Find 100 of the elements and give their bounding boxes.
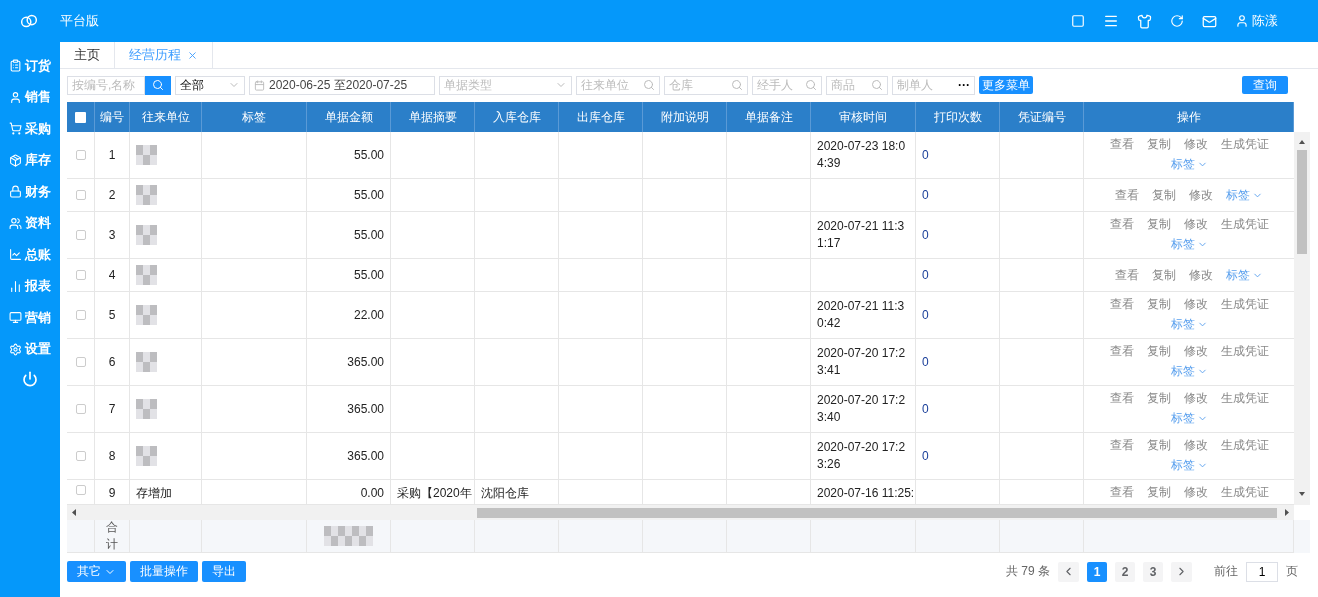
action-link[interactable]: 修改 — [1189, 187, 1213, 204]
square-icon[interactable] — [1071, 14, 1085, 28]
filter-field[interactable]: 经手人 — [752, 75, 822, 95]
filter-field[interactable]: 单据类型 — [439, 75, 572, 95]
action-link[interactable]: 复制 — [1146, 296, 1171, 313]
close-icon[interactable] — [187, 49, 198, 61]
action-link[interactable]: 查看 — [1109, 296, 1134, 313]
page-button[interactable]: 1 — [1087, 561, 1107, 582]
search-icon[interactable] — [152, 79, 164, 91]
action-link[interactable]: 修改 — [1183, 136, 1208, 153]
page-button[interactable]: 2 — [1115, 561, 1135, 582]
action-link[interactable]: 查看 — [1109, 216, 1134, 233]
action-link[interactable]: 修改 — [1183, 343, 1208, 360]
user-name[interactable]: 陈漾 — [1252, 12, 1278, 30]
action-link[interactable]: 生成凭证 — [1220, 296, 1269, 313]
action-link[interactable]: 修改 — [1183, 296, 1208, 313]
row-checkbox[interactable] — [75, 190, 86, 200]
power-icon[interactable] — [22, 371, 38, 387]
tag-dropdown[interactable]: 标签 — [1170, 156, 1208, 173]
action-link[interactable]: 复制 — [1146, 136, 1171, 153]
row-checkbox[interactable] — [75, 150, 86, 160]
sidebar-item[interactable]: 财务 — [25, 182, 51, 201]
row-checkbox[interactable] — [75, 404, 86, 414]
action-link[interactable]: 生成凭证 — [1220, 343, 1269, 360]
action-link[interactable]: 生成凭证 — [1220, 437, 1269, 454]
action-link[interactable]: 生成凭证 — [1220, 484, 1269, 501]
mail-icon[interactable] — [1202, 13, 1217, 29]
row-checkbox[interactable] — [75, 357, 86, 367]
shirt-icon[interactable] — [1137, 13, 1152, 29]
tag-dropdown[interactable]: 标签 — [1170, 236, 1208, 253]
action-link[interactable]: 复制 — [1146, 437, 1171, 454]
footer-button[interactable]: 其它 — [67, 561, 126, 582]
action-link[interactable]: 修改 — [1183, 437, 1208, 454]
action-link[interactable]: 生成凭证 — [1220, 136, 1269, 153]
action-link[interactable]: 复制 — [1152, 187, 1176, 204]
sidebar-item[interactable]: 报表 — [25, 277, 51, 296]
filter-field[interactable]: 往来单位 — [576, 75, 660, 95]
action-link[interactable]: 生成凭证 — [1220, 216, 1269, 233]
box-icon[interactable] — [9, 153, 22, 167]
search-field[interactable]: 按编号,名称 — [67, 75, 145, 95]
more-menu-button[interactable]: 更多菜单 — [979, 76, 1033, 94]
sidebar-item[interactable]: 订货 — [25, 56, 51, 75]
tag-dropdown[interactable]: 标签 — [1170, 316, 1208, 333]
action-link[interactable]: 查看 — [1115, 187, 1139, 204]
user-icon[interactable] — [1235, 14, 1249, 28]
sidebar-item[interactable]: 资料 — [25, 214, 51, 233]
filter-field[interactable]: 仓库 — [664, 75, 748, 95]
action-link[interactable]: 复制 — [1146, 484, 1171, 501]
cart-icon[interactable] — [9, 122, 22, 136]
action-link[interactable]: 查看 — [1109, 343, 1134, 360]
page-button[interactable]: 3 — [1143, 561, 1163, 582]
query-button[interactable]: 查询 — [1242, 76, 1288, 94]
sidebar-item[interactable]: 采购 — [25, 119, 51, 138]
sidebar-item[interactable]: 库存 — [25, 151, 51, 170]
action-link[interactable]: 查看 — [1115, 267, 1139, 284]
action-link[interactable]: 修改 — [1189, 267, 1213, 284]
action-link[interactable]: 查看 — [1109, 484, 1134, 501]
row-checkbox[interactable] — [75, 230, 86, 240]
row-checkbox[interactable] — [75, 270, 86, 280]
tag-dropdown[interactable]: 标签 — [1226, 187, 1263, 204]
footer-button[interactable]: 批量操作 — [130, 561, 198, 582]
sidebar-item[interactable]: 销售 — [25, 88, 51, 107]
refresh-icon[interactable] — [1170, 14, 1184, 28]
filter-field[interactable]: 商品 — [826, 75, 888, 95]
action-link[interactable]: 修改 — [1183, 216, 1208, 233]
action-link[interactable]: 复制 — [1146, 390, 1171, 407]
footer-button[interactable]: 导出 — [202, 561, 246, 582]
row-checkbox[interactable] — [75, 310, 86, 320]
monitor-icon[interactable] — [9, 311, 22, 325]
settings-icon[interactable] — [9, 342, 22, 356]
user-icon[interactable] — [9, 90, 22, 104]
chart-icon[interactable] — [9, 279, 22, 293]
tag-dropdown[interactable]: 标签 — [1170, 410, 1208, 427]
row-checkbox[interactable] — [75, 451, 86, 461]
action-link[interactable]: 查看 — [1109, 437, 1134, 454]
vertical-scrollbar[interactable] — [1294, 132, 1310, 505]
search-button[interactable] — [145, 75, 171, 95]
tag-dropdown[interactable]: 标签 — [1170, 457, 1208, 474]
sidebar-item[interactable]: 设置 — [25, 340, 51, 359]
people-icon[interactable] — [9, 216, 22, 230]
lock-icon[interactable] — [9, 185, 22, 199]
line-chart-icon[interactable] — [9, 248, 22, 262]
select-all-checkbox[interactable] — [75, 111, 86, 123]
menu-icon[interactable] — [1103, 13, 1119, 29]
sidebar-item[interactable]: 营销 — [25, 308, 51, 327]
action-link[interactable]: 复制 — [1152, 267, 1176, 284]
sidebar-item[interactable]: 总账 — [25, 245, 51, 264]
action-link[interactable]: 复制 — [1146, 216, 1171, 233]
action-link[interactable]: 查看 — [1109, 390, 1134, 407]
action-link[interactable]: 复制 — [1146, 343, 1171, 360]
clipboard-icon[interactable] — [9, 59, 22, 73]
horizontal-scrollbar[interactable] — [67, 505, 1294, 520]
action-link[interactable]: 生成凭证 — [1220, 390, 1269, 407]
row-checkbox[interactable] — [75, 485, 86, 495]
action-link[interactable]: 查看 — [1109, 136, 1134, 153]
action-link[interactable]: 修改 — [1183, 390, 1208, 407]
page-input[interactable]: 1 — [1246, 561, 1278, 582]
scope-select[interactable]: 全部 — [175, 75, 245, 95]
tag-dropdown[interactable]: 标签 — [1170, 363, 1208, 380]
tag-dropdown[interactable]: 标签 — [1226, 267, 1263, 284]
